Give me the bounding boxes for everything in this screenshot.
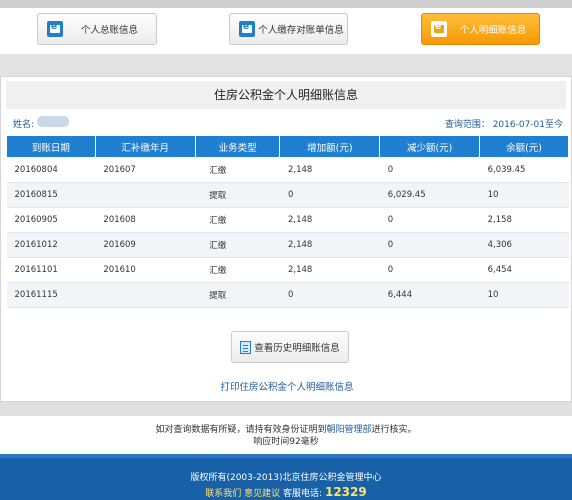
cell-date: 20160815 bbox=[6, 182, 96, 208]
response-time: 响应时间92毫秒 bbox=[253, 437, 319, 447]
cell-period: 201608 bbox=[95, 207, 196, 233]
cell-type: 汇缴 bbox=[195, 207, 280, 233]
footer: 版权所有(2003-2013)北京住房公积金管理中心 联系我们 意见建议 客服电… bbox=[0, 454, 572, 500]
cell-balance: 4,306 bbox=[479, 232, 569, 258]
nav-statement-button[interactable]: 个人缴存对账单信息 bbox=[229, 13, 348, 45]
view-history-button[interactable]: 查看历史明细账信息 bbox=[231, 331, 349, 363]
phone-number: 12329 bbox=[324, 485, 367, 499]
cell-period bbox=[95, 282, 196, 308]
cell-balance: 6,454 bbox=[479, 257, 569, 283]
table-row: 20161012 201609 汇缴 2,148 0 4,306 bbox=[6, 232, 569, 258]
top-nav: 个人总账信息 个人缴存对账单信息 个人明细账信息 bbox=[0, 8, 572, 54]
col-header-period: 汇补缴年月 bbox=[94, 135, 196, 158]
cell-type: 汇缴 bbox=[195, 232, 280, 258]
cell-date: 20161115 bbox=[6, 282, 96, 308]
branch-link[interactable]: 朝阳管理部 bbox=[326, 425, 371, 435]
cell-type: 提取 bbox=[195, 282, 280, 308]
nav-button-label: 个人总账信息 bbox=[80, 25, 138, 36]
detail-panel: 住房公积金个人明细账信息 姓名: 查询范围： 2016-07-01至今 到账日期… bbox=[0, 76, 572, 402]
cell-decrease: 0 bbox=[379, 257, 480, 283]
notice-area: 如对查询数据有所疑，请持有效身份证明到朝阳管理部进行核实。 响应时间92毫秒 bbox=[0, 416, 572, 454]
cell-decrease: 0 bbox=[379, 232, 480, 258]
cell-date: 20161101 bbox=[6, 257, 96, 283]
footer-links: 联系我们 意见建议 客服电话: 12329 bbox=[0, 485, 572, 500]
cell-type: 提取 bbox=[195, 182, 280, 208]
redacted-name bbox=[37, 116, 69, 127]
info-row: 姓名: 查询范围： 2016-07-01至今 bbox=[11, 115, 563, 131]
cell-balance: 10 bbox=[479, 282, 569, 308]
copyright: 版权所有(2003-2013)北京住房公积金管理中心 bbox=[190, 473, 382, 483]
feedback-link[interactable]: 意见建议 bbox=[244, 489, 280, 499]
table-row: 20161115 提取 0 6,444 10 bbox=[6, 282, 569, 308]
cell-decrease: 0 bbox=[379, 157, 480, 183]
cell-balance: 10 bbox=[479, 182, 569, 208]
cell-period: 201609 bbox=[95, 232, 196, 258]
cell-date: 20160905 bbox=[6, 207, 96, 233]
nav-detail-ledger-button[interactable]: 个人明细账信息 bbox=[421, 13, 540, 45]
separator bbox=[0, 402, 572, 416]
ie-icon bbox=[47, 21, 63, 37]
query-range: 查询范围： 2016-07-01至今 bbox=[444, 120, 563, 130]
nav-button-label: 个人缴存对账单信息 bbox=[258, 25, 344, 36]
table-row: 20161101 201610 汇缴 2,148 0 6,454 bbox=[6, 257, 569, 283]
cell-period: 201610 bbox=[95, 257, 196, 283]
cell-decrease: 6,444 bbox=[379, 282, 480, 308]
notice-pre: 如对查询数据有所疑，请持有效身份证明到 bbox=[155, 425, 327, 435]
notice-post: 进行核实。 bbox=[371, 425, 417, 435]
phone-label: 客服电话: bbox=[283, 489, 323, 499]
separator bbox=[0, 54, 572, 76]
cell-balance: 6,039.45 bbox=[479, 157, 569, 183]
col-header-type: 业务类型 bbox=[194, 135, 281, 158]
cell-increase: 2,148 bbox=[279, 157, 380, 183]
col-header-increase: 增加额(元) bbox=[279, 135, 381, 158]
document-icon bbox=[240, 340, 252, 354]
cell-increase: 2,148 bbox=[279, 257, 380, 283]
cell-date: 20160804 bbox=[6, 157, 96, 183]
cell-period: 201607 bbox=[95, 157, 196, 183]
top-strip bbox=[0, 0, 572, 8]
cell-increase: 0 bbox=[279, 282, 380, 308]
cell-type: 汇缴 bbox=[195, 157, 280, 183]
col-header-balance: 余额(元) bbox=[479, 135, 569, 158]
notice-text: 如对查询数据有所疑，请持有效身份证明到朝阳管理部进行核实。 bbox=[0, 424, 572, 436]
cell-date: 20161012 bbox=[6, 232, 96, 258]
table-row: 20160905 201608 汇缴 2,148 0 2,158 bbox=[6, 207, 569, 233]
ie-icon bbox=[431, 21, 447, 37]
table-header-row: 到账日期 汇补缴年月 业务类型 增加额(元) 减少额(元) 余额(元) bbox=[6, 135, 569, 158]
cell-increase: 2,148 bbox=[279, 232, 380, 258]
cell-decrease: 6,029.45 bbox=[379, 182, 480, 208]
cell-increase: 2,148 bbox=[279, 207, 380, 233]
nav-button-label: 个人明细账信息 bbox=[459, 25, 527, 36]
cell-period bbox=[95, 182, 196, 208]
ie-icon bbox=[239, 21, 255, 37]
cell-balance: 2,158 bbox=[479, 207, 569, 233]
detail-table: 到账日期 汇补缴年月 业务类型 增加额(元) 减少额(元) 余额(元) 2016… bbox=[6, 135, 569, 308]
nav-personal-ledger-button[interactable]: 个人总账信息 bbox=[37, 13, 157, 45]
col-header-decrease: 减少额(元) bbox=[379, 135, 481, 158]
print-detail-link[interactable]: 打印住房公积金个人明细账信息 bbox=[1, 379, 572, 393]
table-row: 20160804 201607 汇缴 2,148 0 6,039.45 bbox=[6, 157, 569, 183]
view-history-label: 查看历史明细账信息 bbox=[254, 343, 340, 354]
cell-decrease: 0 bbox=[379, 207, 480, 233]
cell-type: 汇缴 bbox=[195, 257, 280, 283]
contact-link[interactable]: 联系我们 bbox=[205, 489, 241, 499]
name-label: 姓名: bbox=[13, 120, 35, 130]
cell-increase: 0 bbox=[279, 182, 380, 208]
col-header-date: 到账日期 bbox=[6, 135, 96, 158]
page-title: 住房公积金个人明细账信息 bbox=[6, 81, 566, 109]
table-row: 20160815 提取 0 6,029.45 10 bbox=[6, 182, 569, 208]
